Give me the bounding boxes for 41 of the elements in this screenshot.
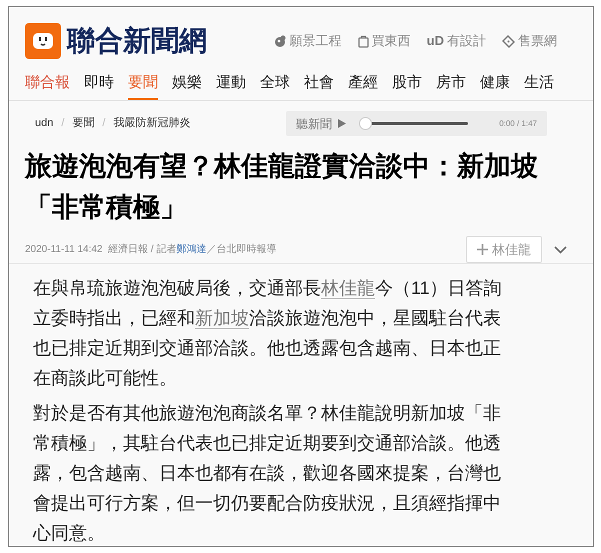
header-link-label: 有設計 xyxy=(447,32,486,50)
play-icon[interactable] xyxy=(338,119,346,128)
article-link[interactable]: 新加坡 xyxy=(195,308,249,329)
header-link-label: 買東西 xyxy=(372,32,411,50)
listen-label: 聽新聞 xyxy=(296,116,332,132)
chevron-down-icon[interactable] xyxy=(554,246,567,254)
nav-tab[interactable]: 娛樂 xyxy=(172,72,202,100)
nav-tab[interactable]: 股市 xyxy=(392,72,422,100)
seek-slider[interactable] xyxy=(360,117,468,130)
bag-icon xyxy=(358,34,369,48)
site-logo-text[interactable]: 聯合新聞網 xyxy=(67,27,207,55)
header-link-label: 願景工程 xyxy=(290,32,342,50)
nav-tab[interactable]: 全球 xyxy=(260,72,290,100)
bird-icon xyxy=(274,35,287,47)
brand-mark: uD xyxy=(426,32,444,50)
author-link[interactable]: 鄭鴻達 xyxy=(176,244,206,255)
ticket-icon xyxy=(502,34,515,48)
header-link-label: 售票網 xyxy=(518,32,557,50)
nav-tab[interactable]: 生活 xyxy=(524,72,554,100)
nav-tab[interactable]: 聯合報 xyxy=(25,72,70,100)
seek-thumb[interactable] xyxy=(359,117,372,130)
breadcrumb-separator: / xyxy=(102,116,106,132)
nav-tab[interactable]: 房市 xyxy=(436,72,466,100)
article-headline: 旅遊泡泡有望？林佳龍證實洽談中：新加坡「非常積極」 xyxy=(24,150,539,224)
nav-tab[interactable]: 即時 xyxy=(84,72,114,100)
nav-tab[interactable]: 健康 xyxy=(480,72,510,100)
nav-tab[interactable]: 產經 xyxy=(348,72,378,100)
article-paragraph: 在與帛琉旅遊泡泡破局後，交通部長林佳龍今（11）日答詢立委時指出，已經和新加坡洽談旅遊泡泡中，星國駐台代表也已排定近期到交通部洽談。他也透露包含越南、日本也正在商談此可能性。 xyxy=(33,277,503,390)
article-link[interactable]: 林佳龍 xyxy=(321,278,375,299)
playback-time: 0:00 / 1:47 xyxy=(499,118,537,130)
nav-tab[interactable]: 社會 xyxy=(304,72,334,100)
logo-icon[interactable] xyxy=(25,23,61,59)
breadcrumb-link[interactable]: 要聞 xyxy=(72,115,94,132)
nav-tab[interactable]: 運動 xyxy=(216,72,246,100)
breadcrumb-link[interactable]: udn xyxy=(35,115,54,132)
breadcrumb-separator: / xyxy=(61,116,64,132)
header-link[interactable]: uD 有設計 xyxy=(426,31,486,51)
breadcrumb-link[interactable]: 我嚴防新冠肺炎 xyxy=(113,115,190,132)
article-paragraph: 對於是否有其他旅遊泡泡商談名單？林佳龍說明新加坡「非常積極」，其駐台代表也已排定近期要到交通部洽談。他透露，包含越南、日本也都有在談，歡迎各國來提案，台灣也會提出可行方案，但一切仍要配合防疫狀況，且須經指揮中心同意。 xyxy=(33,402,502,545)
plus-icon xyxy=(477,244,488,255)
article-byline: 2020-11-11 14:42 經濟日報 / 記者鄭鴻達／台北即時報導 xyxy=(25,242,276,257)
